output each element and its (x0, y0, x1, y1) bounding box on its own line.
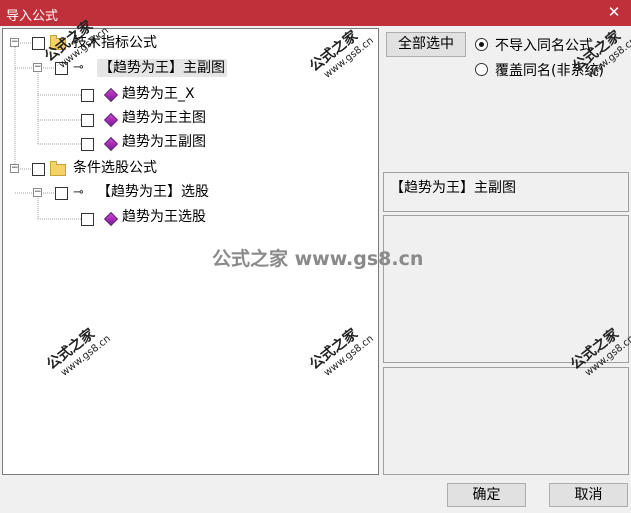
expander-condition-group[interactable]: − (10, 164, 19, 173)
checkbox-sub-stock[interactable] (81, 213, 94, 226)
preview-title-panel: 【趋势为王】主副图 (383, 172, 629, 212)
key-icon: ⊸ (73, 60, 84, 75)
window-title: 导入公式 (6, 9, 59, 24)
ok-button[interactable]: 确定 (447, 483, 526, 507)
radio-overwrite[interactable] (475, 63, 488, 76)
checkbox-sub-main[interactable] (81, 114, 94, 127)
title-bar: 导入公式 ✕ (0, 0, 631, 26)
expander-stock-selection[interactable]: − (33, 188, 42, 197)
preview-title: 【趋势为王】主副图 (390, 180, 516, 196)
folder-icon (50, 161, 66, 176)
close-icon[interactable]: ✕ (605, 2, 623, 22)
checkbox-main-sub-chart[interactable] (55, 62, 68, 75)
watermark-center: 公式之家 www.gs8.cn (212, 248, 424, 270)
tree-label-condition-group[interactable]: 条件选股公式 (73, 159, 157, 177)
select-all-button[interactable]: 全部选中 (386, 32, 466, 57)
folder-icon (50, 35, 66, 50)
radio-no-import-label[interactable]: 不导入同名公式 (495, 35, 593, 55)
cancel-button[interactable]: 取消 (549, 483, 628, 507)
tree-label-stock-selection[interactable]: 【趋势为王】选股 (97, 183, 209, 201)
checkbox-sub-x[interactable] (81, 89, 94, 102)
checkbox-sub-aux[interactable] (81, 138, 94, 151)
radio-overwrite-label[interactable]: 覆盖同名(非系统) (495, 60, 604, 80)
tree-label-technical-group[interactable]: 技术指标公式 (73, 34, 157, 52)
tree-label-sub-aux[interactable]: 趋势为王副图 (122, 133, 206, 151)
expander-technical-group[interactable]: − (10, 38, 19, 47)
key-icon: ⊸ (73, 185, 84, 200)
checkbox-condition-group[interactable] (32, 163, 45, 176)
tree-label-main-sub-chart[interactable]: 【趋势为王】主副图 (97, 59, 227, 77)
checkbox-technical-group[interactable] (32, 37, 45, 50)
radio-no-import[interactable] (475, 38, 488, 51)
tree-label-sub-stock[interactable]: 趋势为王选股 (122, 208, 206, 226)
preview-detail-panel[interactable] (383, 367, 629, 475)
preview-description-panel[interactable] (383, 215, 629, 363)
tree-label-sub-main[interactable]: 趋势为王主图 (122, 109, 206, 127)
expander-main-sub-chart[interactable]: − (33, 63, 42, 72)
checkbox-stock-selection[interactable] (55, 187, 68, 200)
tree-label-sub-x[interactable]: 趋势为王_X (122, 85, 195, 103)
